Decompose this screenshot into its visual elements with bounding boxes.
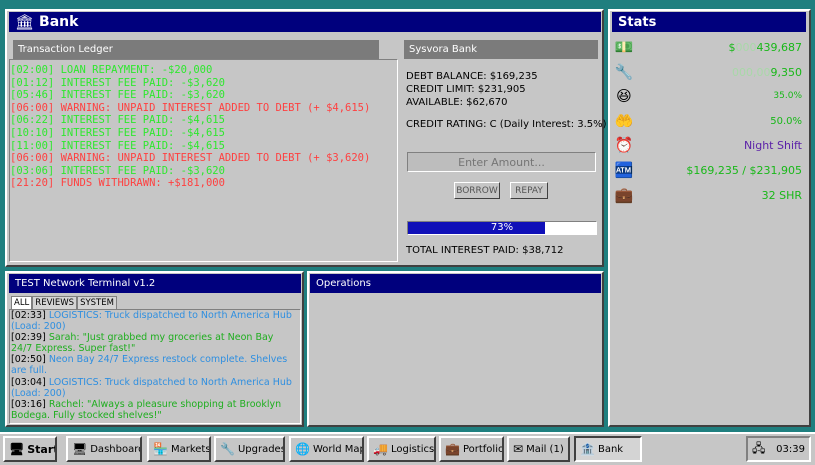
taskbar-bank[interactable]: 🏦 Bank <box>574 436 642 462</box>
feed-message: Sarah: "Just grabbed my groceries at Neo… <box>11 332 274 355</box>
ledger-entry: [03:06] INTEREST FEE PAID: -$3,620 <box>10 164 225 177</box>
ledger-entry: [06:22] INTEREST FEE PAID: -$4,615 <box>10 114 225 127</box>
stat-cash: 💵 $000439,687 <box>612 36 806 58</box>
feed-time: [02:39] <box>11 332 46 344</box>
cash-dim: 000 <box>735 40 757 54</box>
credit-rating: CREDIT RATING: C (Daily Interest: 3.5%) <box>406 119 607 130</box>
taskbar-upgrades[interactable]: 🔧 Upgrades <box>214 436 285 462</box>
terminal-titlebar[interactable]: TEST Network Terminal v1.2 <box>9 274 301 293</box>
happiness-value: 35.0% <box>773 91 802 101</box>
tray-icon[interactable]: 🖧 <box>752 439 765 460</box>
operations-window <box>307 271 604 427</box>
feed-message: Neon Bay 24/7 Express restock complete. … <box>11 354 288 377</box>
taskbar-world-map[interactable]: 🌐 World Map <box>289 436 364 462</box>
feed-message: LOGISTICS: Truck dispatched to North Ame… <box>11 310 292 333</box>
stats-title: Stats <box>618 14 657 30</box>
mail-icon: ✉ <box>513 442 524 456</box>
credit-usage-bar: 73% <box>407 221 597 235</box>
feed-entry: [03:16] Rachel: "Always a pleasure shopp… <box>11 399 296 421</box>
ledger-entry: [21:20] FUNDS WITHDRAWN: +$181,000 <box>10 177 225 190</box>
terminal-tabs: ALL REVIEWS SYSTEM <box>11 296 117 310</box>
feed-message: LOGISTICS: Truck dispatched to North Ame… <box>11 376 292 399</box>
terminal-tab-reviews[interactable]: REVIEWS <box>32 296 78 310</box>
credit-limit: CREDIT LIMIT: $231,905 <box>406 84 526 95</box>
ledger-header: Transaction Ledger <box>13 40 379 59</box>
terminal-tab-system[interactable]: SYSTEM <box>77 296 117 310</box>
hand-icon: 🤲 <box>614 112 634 130</box>
feed-message: Rachel: "Always a pleasure shopping at B… <box>11 398 282 421</box>
amount-input[interactable] <box>407 152 596 172</box>
world-map-icon: 🌐 <box>295 442 310 456</box>
terminal-feed: [02:33] LOGISTICS: Truck dispatched to N… <box>11 310 296 421</box>
stats-titlebar[interactable]: Stats <box>612 12 806 32</box>
markets-icon: 🏪 <box>153 442 168 456</box>
ledger-entry: [06:00] WARNING: UNPAID INTEREST ADDED T… <box>10 101 371 114</box>
feed-time: [03:16] <box>11 398 46 410</box>
feed-entry: [03:04] LOGISTICS: Truck dispatched to N… <box>11 377 296 399</box>
bank-task-icon: 🏦 <box>580 442 595 456</box>
feed-entry: [02:50] Neon Bay 24/7 Express restock co… <box>11 354 296 376</box>
wrench-icon: 🔧 <box>614 63 634 81</box>
ledger-entry: [05:46] INTEREST FEE PAID: -$3,620 <box>10 89 225 102</box>
taskbar-portfolio[interactable]: 💼 Portfolio <box>439 436 504 462</box>
clock: 03:39 <box>776 443 805 455</box>
feed-time: [02:50] <box>11 354 46 366</box>
demand-value: 50.0% <box>770 115 802 127</box>
dashboard-icon: 🖥 <box>72 442 88 456</box>
atm-icon: 🏧 <box>614 161 634 179</box>
cash-value: 439,687 <box>756 40 803 54</box>
start-icon: 🖥 <box>9 442 25 456</box>
available-credit: AVAILABLE: $62,670 <box>406 97 508 108</box>
debt-value: $169,235 / $231,905 <box>686 163 802 177</box>
borrow-button[interactable]: BORROW <box>454 182 500 199</box>
taskbar-mail[interactable]: ✉ Mail (1) <box>507 436 570 462</box>
briefcase-icon: 💼 <box>614 186 634 204</box>
terminal-tab-all[interactable]: ALL <box>11 296 33 310</box>
ledger-entry: [02:00] LOAN REPAYMENT: -$20,000 <box>10 64 213 76</box>
portfolio-icon: 💼 <box>445 442 460 456</box>
bank-header: Sysvora Bank <box>404 40 598 59</box>
total-interest: TOTAL INTEREST PAID: $38,712 <box>406 245 564 256</box>
operations-title: Operations <box>316 278 371 289</box>
cash-icon: 💵 <box>614 38 634 56</box>
start-button[interactable]: 🖥 Start <box>3 436 57 462</box>
operations-titlebar[interactable]: Operations <box>310 274 601 293</box>
taskbar-dashboard[interactable]: 🖥 Dashboard <box>66 436 142 462</box>
taskbar-logistics[interactable]: 🚚 Logistics <box>367 436 436 462</box>
count-dim: 000,00 <box>732 65 771 79</box>
count-value: 9,350 <box>770 65 803 79</box>
bank-title: Bank <box>39 14 79 30</box>
stat-debt: 🏧 $169,235 / $231,905 <box>612 159 806 181</box>
smiley-icon: 😆 <box>616 87 632 105</box>
ledger-entry: [10:10] INTEREST FEE PAID: -$4,615 <box>10 126 225 139</box>
stat-count: 🔧 000,009,350 <box>612 61 806 83</box>
stat-demand: 🤲 50.0% <box>612 110 806 132</box>
terminal-title: TEST Network Terminal v1.2 <box>15 278 156 289</box>
logistics-icon: 🚚 <box>373 442 388 456</box>
upgrades-icon: 🔧 <box>220 442 235 456</box>
system-tray: 🖧 03:39 <box>746 436 811 462</box>
feed-time: [03:04] <box>11 376 46 388</box>
ledger-list: [02:00] LOAN REPAYMENT: -$20,000 [01:12] … <box>10 64 378 190</box>
repay-button[interactable]: REPAY <box>510 182 548 199</box>
shift-value: Night Shift <box>743 138 802 152</box>
ledger-entry: [06:00] WARNING: UNPAID INTEREST ADDED T… <box>10 152 371 165</box>
start-label: Start <box>27 442 57 456</box>
feed-time: [02:33] <box>11 310 46 321</box>
feed-entry: [02:39] Sarah: "Just grabbed my grocerie… <box>11 332 296 354</box>
stat-happiness: 😆 35.0% <box>612 85 806 107</box>
cash-prefix: $ <box>728 40 736 54</box>
feed-entry: [02:33] LOGISTICS: Truck dispatched to N… <box>11 310 296 332</box>
stat-shares: 💼 32 SHR <box>612 184 806 206</box>
debt-balance: DEBT BALANCE: $169,235 <box>406 71 538 82</box>
taskbar-markets[interactable]: 🏪 Markets <box>147 436 211 462</box>
alarm-clock-icon: ⏰ <box>614 136 634 154</box>
bank-icon: 🏛 <box>15 13 35 31</box>
ledger-entry: [11:00] INTEREST FEE PAID: -$4,615 <box>10 139 225 152</box>
bank-titlebar[interactable]: 🏛 Bank <box>9 12 601 32</box>
credit-usage-label: 73% <box>490 222 514 233</box>
ledger-entry: [01:12] INTEREST FEE PAID: -$3,620 <box>10 76 225 89</box>
stat-shift: ⏰ Night Shift <box>612 134 806 156</box>
shares-value: 32 SHR <box>761 188 802 202</box>
